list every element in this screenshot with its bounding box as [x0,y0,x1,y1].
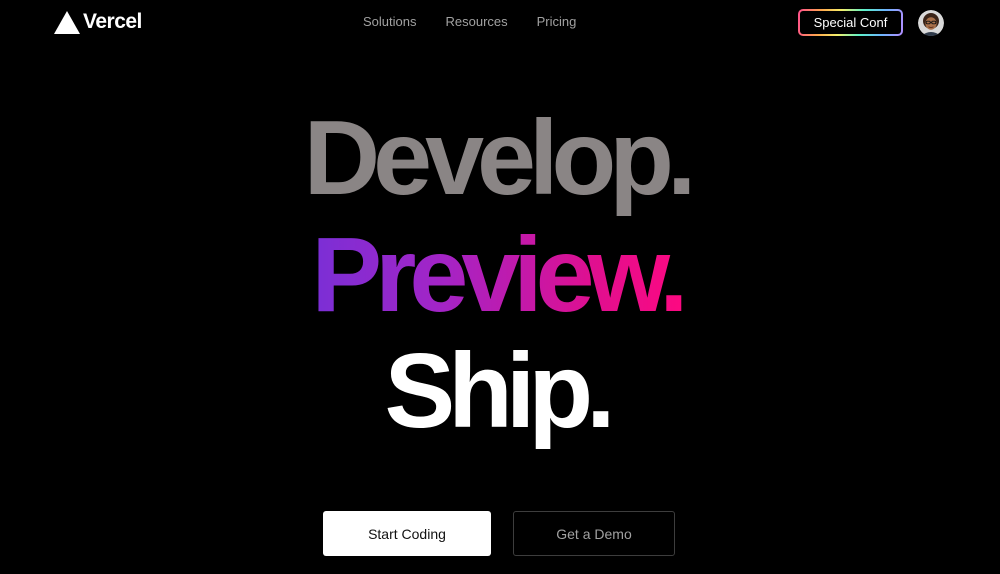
start-coding-button[interactable]: Start Coding [323,511,491,556]
brand-name: Vercel [83,10,142,33]
main-nav: Solutions Resources Pricing [363,14,576,30]
special-conf-button[interactable]: Special Conf [798,9,903,36]
landing-page: Vercel Solutions Resources Pricing Speci… [0,0,1000,574]
user-avatar[interactable] [918,10,944,36]
hero-ship: Ship. [384,332,615,450]
site-header: Vercel Solutions Resources Pricing Speci… [0,0,1000,46]
nav-item-solutions[interactable]: Solutions [363,14,416,30]
special-conf-label: Special Conf [800,11,901,34]
get-demo-button[interactable]: Get a Demo [513,511,675,556]
nav-item-pricing[interactable]: Pricing [537,14,577,30]
nav-item-resources[interactable]: Resources [445,14,507,30]
vercel-logo[interactable]: Vercel [54,10,142,34]
hero-develop: Develop. [303,99,697,217]
user-avatar-icon [918,10,944,36]
hero-preview: Preview. [0,217,1000,333]
triangle-logo-icon [54,10,80,34]
